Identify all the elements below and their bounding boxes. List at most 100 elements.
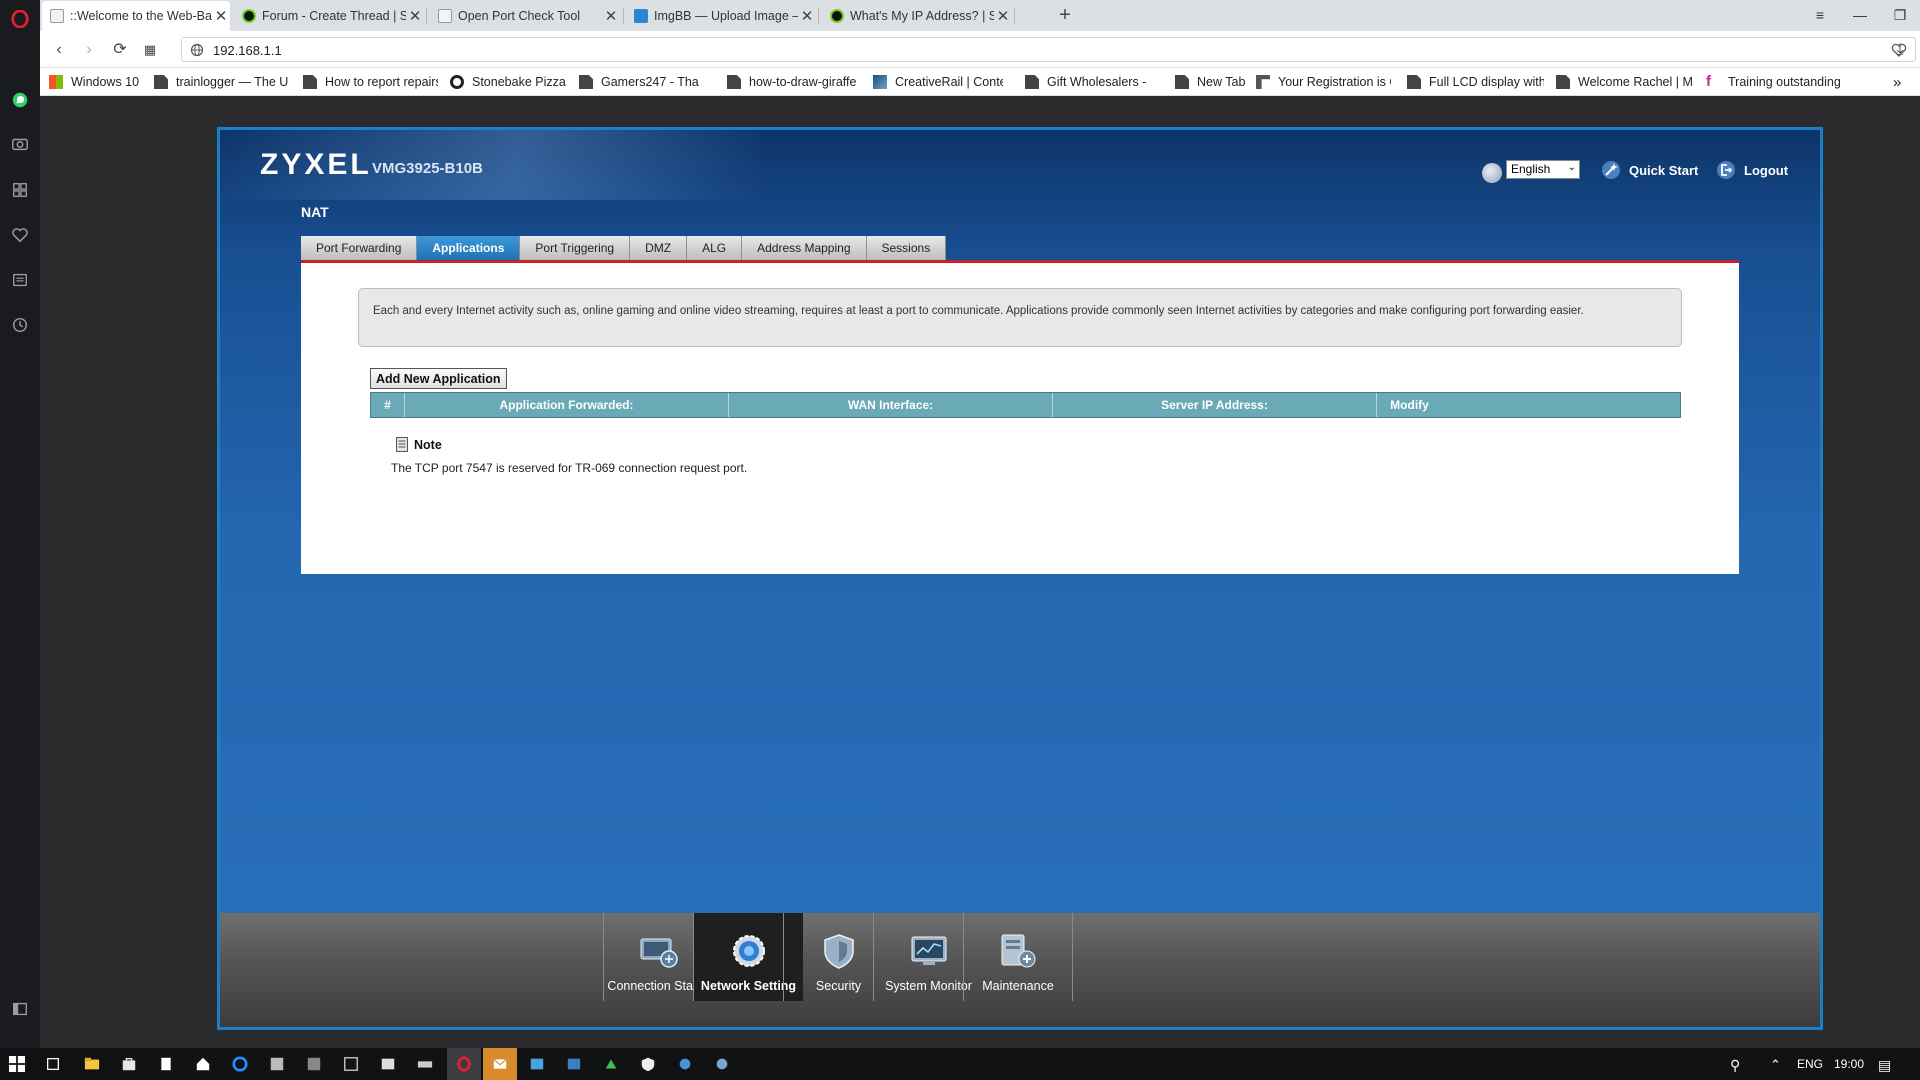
speed-dial-icon[interactable]: [10, 180, 30, 200]
browser-tab[interactable]: Forum - Create Thread | S ✕: [234, 1, 424, 31]
app-icon[interactable]: [266, 1054, 288, 1074]
language-select[interactable]: English ⌄: [1506, 160, 1580, 179]
quick-start-link[interactable]: Quick Start: [1601, 160, 1698, 180]
minimize-button[interactable]: —: [1845, 4, 1875, 26]
close-tab-icon[interactable]: ✕: [406, 7, 424, 25]
new-tab-button[interactable]: +: [1053, 3, 1077, 27]
tab-alg[interactable]: ALG: [687, 236, 743, 260]
app-icon[interactable]: [674, 1054, 696, 1074]
page-icon: [154, 75, 168, 89]
connection-status-icon: [640, 938, 678, 968]
column-header: WAN Interface:: [729, 393, 1053, 417]
tab-dmz[interactable]: DMZ: [630, 236, 688, 260]
download-icon[interactable]: ⤓: [1890, 40, 1910, 60]
applications-panel: Each and every Internet activity such as…: [301, 263, 1739, 574]
notifications-icon[interactable]: ▤: [1878, 1057, 1891, 1074]
history-icon[interactable]: [10, 315, 30, 335]
browser-tab[interactable]: ::Welcome to the Web-Ba ✕: [42, 1, 230, 31]
forward-button[interactable]: ›: [79, 40, 99, 60]
bookmark-item[interactable]: CreativeRail | Conten: [873, 74, 1003, 90]
clock[interactable]: 19:00: [1834, 1057, 1864, 1071]
close-tab-icon[interactable]: ✕: [994, 7, 1012, 25]
column-header: Application Forwarded:: [405, 393, 729, 417]
bookmark-item[interactable]: Gift Wholesalers - Ca: [1025, 74, 1150, 90]
bottom-menu-dock: Connection Status Network Setting Securi…: [220, 913, 1820, 1027]
tab-port-forwarding[interactable]: Port Forwarding: [301, 236, 418, 260]
bookmark-item[interactable]: New Tab: [1175, 74, 1263, 90]
news-icon[interactable]: [10, 270, 30, 290]
imgbb-favicon-icon: [634, 9, 648, 23]
logout-link[interactable]: Logout: [1716, 160, 1788, 180]
input-language[interactable]: ENG: [1797, 1057, 1823, 1071]
opera-taskbar-icon[interactable]: [453, 1054, 475, 1074]
app-icon[interactable]: [377, 1054, 399, 1074]
bookmark-item[interactable]: trainlogger — The U: [154, 74, 288, 90]
notepad-icon[interactable]: [155, 1054, 177, 1074]
page-icon: [303, 75, 317, 89]
address-bar[interactable]: 192.168.1.1: [181, 37, 1916, 62]
bookmark-item[interactable]: f Training outstanding: [1706, 74, 1886, 90]
more-bookmarks-button[interactable]: »: [1893, 74, 1907, 90]
bookmark-item[interactable]: Stonebake Pizza: [450, 74, 567, 90]
app-icon[interactable]: [637, 1054, 659, 1074]
dock-maintenance[interactable]: Maintenance: [963, 913, 1073, 1001]
globe-icon: [190, 43, 204, 57]
tab-address-mapping[interactable]: Address Mapping: [742, 236, 867, 260]
mail-icon[interactable]: [489, 1054, 511, 1074]
training-icon: f: [1706, 74, 1711, 90]
app-icon[interactable]: [526, 1054, 548, 1074]
model-name: VMG3925-B10B: [372, 160, 483, 177]
edge-icon[interactable]: [229, 1054, 251, 1074]
app-icon[interactable]: [303, 1054, 325, 1074]
bookmark-item[interactable]: How to report repairs: [303, 74, 438, 90]
store-icon[interactable]: [118, 1054, 140, 1074]
browser-tab[interactable]: ImgBB — Upload Image – ✕: [626, 1, 816, 31]
sidebar-toggle-icon[interactable]: [10, 999, 30, 1019]
bookmark-item[interactable]: Your Registration is C: [1256, 74, 1391, 90]
info-box: Each and every Internet activity such as…: [358, 288, 1682, 347]
bookmark-item[interactable]: Welcome Rachel | Mc: [1556, 74, 1693, 90]
security-icon: [823, 934, 854, 969]
maintenance-icon: [1001, 934, 1036, 968]
tab-menu-icon[interactable]: ≡: [1805, 4, 1835, 26]
whatsapp-icon[interactable]: [10, 90, 30, 110]
chevron-up-icon[interactable]: ⌃: [1770, 1057, 1781, 1073]
close-tab-icon[interactable]: ✕: [602, 7, 620, 25]
add-new-application-button[interactable]: Add New Application: [370, 368, 507, 389]
page-icon: [1025, 75, 1039, 89]
file-explorer-icon[interactable]: [81, 1054, 103, 1074]
app-icon[interactable]: [340, 1054, 362, 1074]
language-globe-icon: [1482, 163, 1502, 183]
column-header: Modify: [1390, 398, 1429, 412]
bookmark-item[interactable]: Gamers247 - Thank y: [579, 74, 699, 90]
bookmark-item[interactable]: Full LCD display with: [1407, 74, 1544, 90]
note-text: The TCP port 7547 is reserved for TR-069…: [391, 461, 748, 475]
opera-logo-icon[interactable]: [10, 9, 30, 29]
app-icon[interactable]: [414, 1054, 436, 1074]
tab-sessions[interactable]: Sessions: [866, 236, 947, 260]
app-icon[interactable]: [711, 1054, 733, 1074]
close-tab-icon[interactable]: ✕: [798, 7, 816, 25]
reload-button[interactable]: ⟳: [110, 40, 130, 60]
task-view-icon[interactable]: [42, 1054, 64, 1074]
app-icon[interactable]: [600, 1054, 622, 1074]
bookmarks-bar: Windows 10 trainlogger — The U How to re…: [40, 68, 1920, 96]
close-tab-icon[interactable]: ✕: [212, 7, 230, 25]
tab-port-triggering[interactable]: Port Triggering: [520, 236, 631, 260]
snapshot-icon[interactable]: [10, 134, 30, 154]
start-button[interactable]: [6, 1054, 28, 1074]
page-icon: [438, 9, 452, 23]
back-button[interactable]: ‹: [49, 40, 69, 60]
restore-button[interactable]: ❐: [1885, 4, 1915, 26]
bookmarks-heart-icon[interactable]: [10, 225, 30, 245]
home-icon[interactable]: [192, 1054, 214, 1074]
app-icon[interactable]: [563, 1054, 585, 1074]
tab-applications[interactable]: Applications: [417, 236, 521, 260]
site-favicon-icon: [830, 9, 844, 23]
bookmark-item[interactable]: how-to-draw-giraffe: [727, 74, 857, 90]
browser-tab[interactable]: Open Port Check Tool ✕: [430, 1, 620, 31]
browser-tab[interactable]: What's My IP Address? | S ✕: [822, 1, 1012, 31]
people-icon[interactable]: ⚲: [1730, 1057, 1740, 1074]
tabs-grid-icon[interactable]: ▦: [140, 40, 160, 60]
bookmark-item[interactable]: Windows 10: [49, 74, 153, 90]
